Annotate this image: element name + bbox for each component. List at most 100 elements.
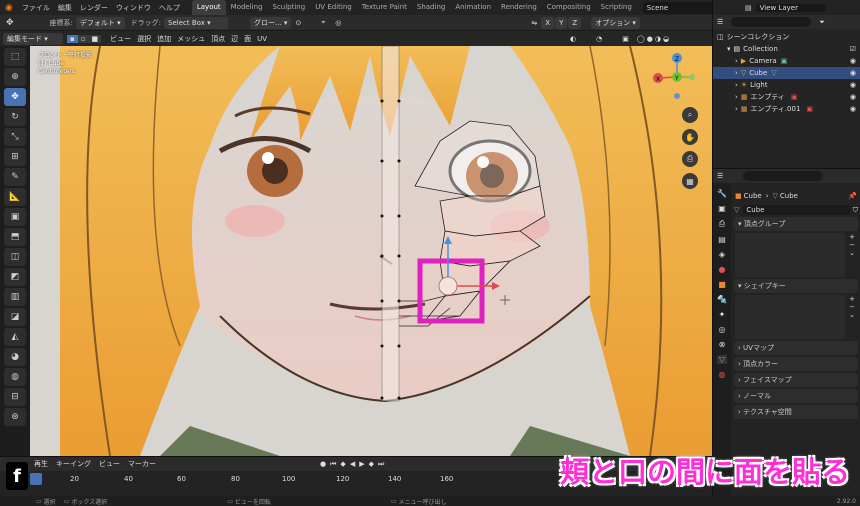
expand-icon[interactable]: › — [735, 79, 738, 91]
tab-rendering[interactable]: Rendering — [496, 0, 542, 15]
menu-window[interactable]: ウィンドウ — [112, 3, 155, 13]
zoom-icon[interactable]: ⌕ — [682, 107, 698, 123]
output-tab-icon[interactable]: ⎙ — [719, 219, 725, 229]
drag-dropdown[interactable]: Select Box ▾ — [164, 16, 229, 29]
menu-help[interactable]: ヘルプ — [155, 3, 184, 13]
visibility-eye-icon[interactable]: ◉ — [850, 103, 856, 115]
transform-tool-icon[interactable]: ⊞ — [4, 148, 26, 166]
outliner-scene-collection[interactable]: ◫ シーンコレクション — [713, 31, 860, 43]
object-tab-icon[interactable]: ■ — [718, 280, 726, 289]
shading-material-icon[interactable]: ◑ — [655, 35, 661, 43]
edge-slide-tool-icon[interactable]: ⊟ — [4, 388, 26, 406]
visibility-icon[interactable]: ◐ — [570, 35, 576, 43]
scene-selector[interactable]: Scene — [642, 1, 715, 14]
axis-x-button[interactable]: X — [541, 16, 555, 29]
tool-tab-icon[interactable]: 🔧 — [717, 189, 727, 198]
add-cube-tool-icon[interactable]: ▣ — [4, 208, 26, 226]
menu-marker[interactable]: マーカー — [124, 459, 160, 469]
particles-tab-icon[interactable]: ✦ — [719, 310, 726, 319]
cursor-tool-icon[interactable]: ⊕ — [4, 68, 26, 86]
tab-compositing[interactable]: Compositing — [542, 0, 596, 15]
vertex-groups-list[interactable] — [735, 233, 845, 277]
world-tab-icon[interactable]: ● — [719, 265, 726, 274]
jump-end-icon[interactable]: ⏭ — [378, 460, 384, 469]
normals-panel[interactable]: › ノーマル — [734, 389, 858, 403]
menu-down-icon[interactable]: ⌄ — [847, 311, 857, 319]
shading-wire-icon[interactable]: ◯ — [637, 35, 645, 43]
measure-tool-icon[interactable]: 📐 — [4, 188, 26, 206]
tab-shading[interactable]: Shading — [412, 0, 450, 15]
mode-dropdown[interactable]: 編集モード ▾ — [3, 32, 63, 45]
tab-animation[interactable]: Animation — [450, 0, 496, 15]
remove-icon[interactable]: − — [847, 303, 857, 311]
shape-keys-list[interactable] — [735, 295, 845, 339]
menu-add[interactable]: 追加 — [154, 34, 174, 44]
scale-tool-icon[interactable]: ⤡ — [4, 128, 26, 146]
pivot-icon[interactable]: ⊙ — [295, 19, 301, 27]
options-dropdown[interactable]: オプション ▾ — [591, 16, 640, 29]
ortho-grid-icon[interactable]: ▦ — [682, 173, 698, 189]
jump-start-icon[interactable]: ⏮ — [330, 460, 336, 469]
uv-maps-panel[interactable]: › UVマップ — [734, 341, 858, 355]
modifier-tab-icon[interactable]: 🔩 — [717, 295, 727, 304]
annotate-tool-icon[interactable]: ✎ — [4, 168, 26, 186]
render-tab-icon[interactable]: ▣ — [718, 204, 726, 213]
face-select-icon[interactable]: ■ — [88, 34, 102, 43]
play-icon[interactable]: ▶ — [359, 460, 364, 468]
layer-icon[interactable]: ▤ — [745, 4, 752, 12]
outliner-item-camera[interactable]: › ▶ Camera ▣ ◉ — [713, 55, 860, 67]
next-key-icon[interactable]: ◆ — [369, 460, 374, 468]
shape-keys-panel[interactable]: ▾ シェイプキー — [734, 279, 858, 293]
remove-icon[interactable]: − — [847, 241, 857, 249]
texture-space-panel[interactable]: › テクスチャ空間 — [734, 405, 858, 419]
visibility-eye-icon[interactable]: ◉ — [850, 55, 856, 67]
expand-icon[interactable]: › — [735, 67, 738, 79]
visibility-eye-icon[interactable]: ◉ — [850, 67, 856, 79]
face-maps-panel[interactable]: › フェイスマップ — [734, 373, 858, 387]
menu-mesh[interactable]: メッシュ — [174, 34, 208, 44]
record-icon[interactable]: ● — [320, 460, 326, 468]
mesh-name-field[interactable]: Cube — [743, 205, 850, 215]
expand-icon[interactable]: ▾ — [727, 43, 731, 55]
add-icon[interactable]: + — [847, 295, 857, 303]
mirror-icon[interactable]: ⇋ — [531, 19, 537, 27]
menu-uv[interactable]: UV — [254, 35, 270, 43]
axis-z-button[interactable]: Z — [568, 16, 582, 29]
overlay-icon[interactable]: ◔ — [596, 35, 602, 43]
rotate-tool-icon[interactable]: ↻ — [4, 108, 26, 126]
xray-icon[interactable]: ▣ — [622, 35, 629, 43]
outliner-item-light[interactable]: › ☀ Light ◉ — [713, 79, 860, 91]
pin-icon[interactable]: 📌 — [848, 192, 857, 200]
menu-timeline-view[interactable]: ビュー — [95, 459, 124, 469]
blender-logo-icon[interactable]: ◉ — [0, 3, 18, 13]
edge-select-icon[interactable]: ▫ — [77, 34, 89, 43]
view-layer-label[interactable]: View Layer — [755, 3, 826, 12]
outliner-item-empty[interactable]: › ▦ エンプティ ▣ ◉ — [713, 91, 860, 103]
tab-scripting[interactable]: Scripting — [596, 0, 637, 15]
shrink-tool-icon[interactable]: ⊛ — [4, 408, 26, 426]
spin-tool-icon[interactable]: ◕ — [4, 348, 26, 366]
outliner-search-field[interactable] — [731, 17, 812, 27]
menu-select[interactable]: 選択 — [134, 34, 154, 44]
outliner-item-empty-001[interactable]: › ▦ エンプティ.001 ▣ ◉ — [713, 103, 860, 115]
vertex-groups-panel[interactable]: ▾ 頂点グループ — [734, 217, 858, 231]
coord-dropdown[interactable]: デフォルト ▾ — [75, 16, 125, 29]
properties-search-field[interactable] — [743, 171, 824, 181]
pan-hand-icon[interactable]: ✋ — [682, 129, 698, 145]
material-tab-icon[interactable]: ◍ — [719, 370, 726, 379]
menu-playback[interactable]: 再生 — [30, 459, 52, 469]
orientation-dropdown[interactable]: グロー... ▾ — [250, 16, 292, 29]
visibility-eye-icon[interactable]: ◉ — [850, 91, 856, 103]
prev-key-icon[interactable]: ◆ — [340, 460, 345, 468]
expand-icon[interactable]: › — [735, 55, 738, 67]
physics-tab-icon[interactable]: ◎ — [719, 325, 726, 334]
scene-tab-icon[interactable]: ◈ — [719, 250, 725, 259]
reverse-play-icon[interactable]: ◀ — [350, 460, 355, 468]
menu-down-icon[interactable]: ⌄ — [847, 249, 857, 257]
tab-layout[interactable]: Layout — [191, 0, 226, 15]
vertex-colors-panel[interactable]: › 頂点カラー — [734, 357, 858, 371]
select-tool-icon[interactable]: ⬚ — [4, 48, 26, 66]
knife-tool-icon[interactable]: ◪ — [4, 308, 26, 326]
inset-tool-icon[interactable]: ◫ — [4, 248, 26, 266]
snap-icon[interactable]: ⌖ — [321, 18, 325, 27]
